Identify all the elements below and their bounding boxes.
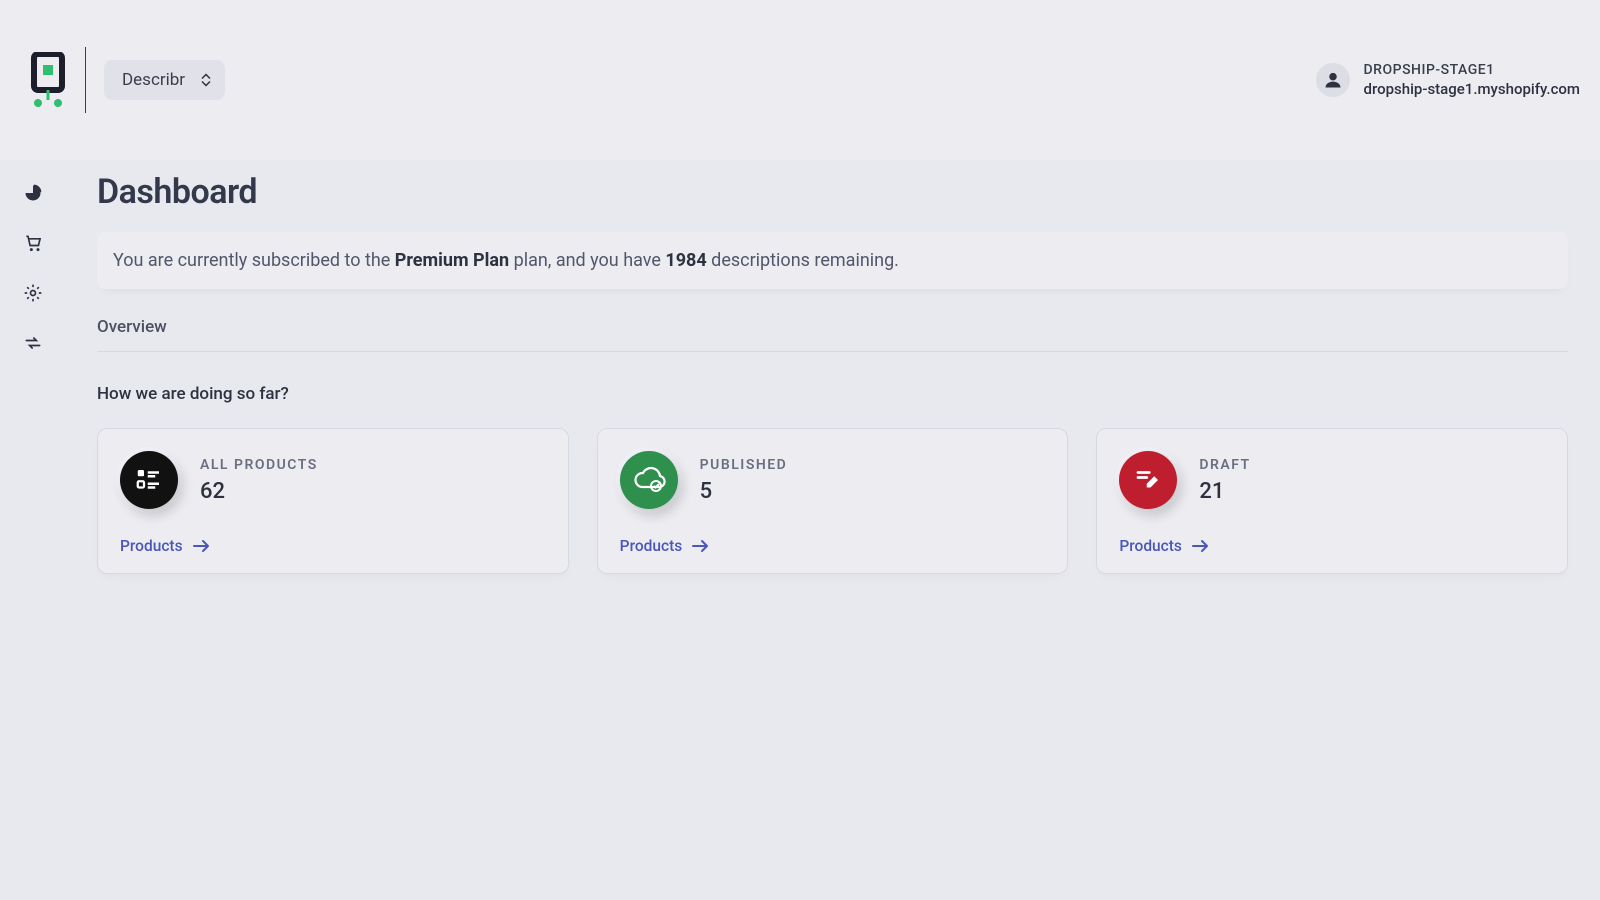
card-label: ALL PRODUCTS [200,457,318,473]
card-label: DRAFT [1199,457,1250,473]
arrow-right-icon [1192,539,1210,553]
app-selector-label: Describr [122,70,185,90]
card-products-link[interactable]: Products [1119,537,1545,555]
overview-subheading: How we are doing so far? [97,384,1568,404]
app-selector[interactable]: Describr [104,60,225,100]
card-link-label: Products [1119,537,1182,555]
arrow-right-icon [193,539,211,553]
card-value: 21 [1199,479,1250,504]
card-value: 62 [200,479,318,504]
subscription-banner: You are currently subscribed to the Prem… [97,232,1568,289]
overview-cards: ALL PRODUCTS 62 Products [97,428,1568,574]
account-name: DROPSHIP-STAGE1 [1364,62,1580,78]
card-published: PUBLISHED 5 Products [597,428,1069,574]
main-content: Dashboard You are currently subscribed t… [65,160,1600,900]
pie-chart-icon [23,183,43,203]
card-products-link[interactable]: Products [620,537,1046,555]
section-overview-label: Overview [97,317,1568,352]
banner-mid: plan, and you have [509,250,665,271]
grid-list-icon [120,451,178,509]
card-products-link[interactable]: Products [120,537,546,555]
card-link-label: Products [120,537,183,555]
avatar [1316,63,1350,97]
sidebar-item-dashboard[interactable] [22,182,44,204]
account-menu[interactable]: DROPSHIP-STAGE1 dropship-stage1.myshopif… [1316,62,1580,98]
pen-icon [1119,451,1177,509]
header: Describr DROPSHIP-STAGE1 dropship-stage1… [0,0,1600,160]
swap-icon [23,333,43,353]
cloud-check-icon [620,451,678,509]
person-icon [1323,70,1343,90]
card-link-label: Products [620,537,683,555]
arrow-right-icon [692,539,710,553]
logo-icon [31,52,65,108]
sidebar-item-settings[interactable] [22,282,44,304]
banner-count: 1984 [665,250,706,271]
card-label: PUBLISHED [700,457,788,473]
account-text: DROPSHIP-STAGE1 dropship-stage1.myshopif… [1364,62,1580,98]
gear-icon [23,283,43,303]
sidebar [0,160,65,900]
account-domain: dropship-stage1.myshopify.com [1364,80,1580,98]
header-divider [85,47,86,113]
card-draft: DRAFT 21 Products [1096,428,1568,574]
card-value: 5 [700,479,788,504]
sidebar-item-products[interactable] [22,232,44,254]
chevron-sort-icon [201,74,211,87]
card-all-products: ALL PRODUCTS 62 Products [97,428,569,574]
page-title: Dashboard [97,172,1568,212]
banner-prefix: You are currently subscribed to the [113,250,395,271]
cart-icon [23,233,43,253]
banner-plan: Premium Plan [395,250,509,271]
banner-suffix: descriptions remaining. [707,250,899,271]
app-logo[interactable] [20,52,75,108]
sidebar-item-sync[interactable] [22,332,44,354]
